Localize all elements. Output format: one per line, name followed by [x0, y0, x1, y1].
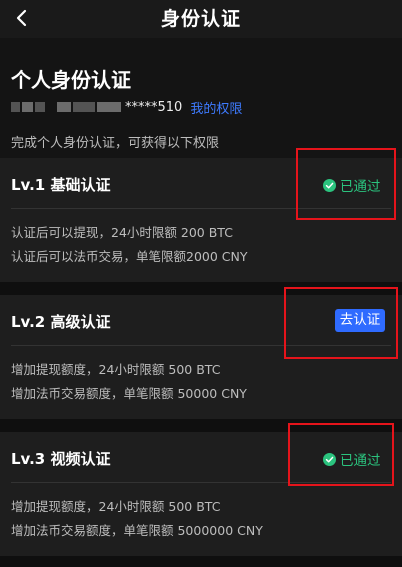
top-nav-bar: 身份认证 [0, 0, 402, 38]
level-3-line-1: 增加提现额度，24小时限额 500 BTC [11, 499, 221, 514]
redacted-block [22, 102, 33, 112]
redacted-block [11, 102, 20, 112]
level-2-title: Lv.2 高级认证 [11, 313, 111, 331]
section-description: 完成个人身份认证，可获得以下权限 [11, 136, 220, 151]
level-2-line-1: 增加提现额度，24小时限额 500 BTC [11, 362, 221, 377]
masked-account: *****510 [125, 99, 183, 115]
my-rights-link[interactable]: 我的权限 [190, 98, 242, 117]
account-row: *****510 我的权限 [11, 98, 242, 117]
identity-info-section: 个人身份认证 *****510 我的权限 完成个人身份认证，可获得以下权限 [0, 38, 402, 158]
level-1-line-1: 认证后可以提现，24小时限额 200 BTC [11, 225, 233, 240]
redacted-block [35, 102, 45, 112]
redacted-block [97, 102, 121, 112]
redacted-block [57, 102, 71, 112]
highlight-box [284, 287, 398, 359]
level-3-title: Lv.3 视频认证 [11, 450, 111, 468]
page-title: 身份认证 [160, 8, 241, 30]
highlight-box [288, 423, 394, 486]
section-heading: 个人身份认证 [11, 68, 131, 92]
redacted-block [73, 102, 95, 112]
highlight-box [296, 148, 396, 220]
level-1-line-2: 认证后可以法币交易，单笔限额2000 CNY [11, 249, 248, 264]
level-2-line-2: 增加法币交易额度，单笔限额 50000 CNY [11, 386, 247, 401]
level-3-line-2: 增加法币交易额度，单笔限额 5000000 CNY [11, 523, 263, 538]
level-1-title: Lv.1 基础认证 [11, 176, 111, 194]
